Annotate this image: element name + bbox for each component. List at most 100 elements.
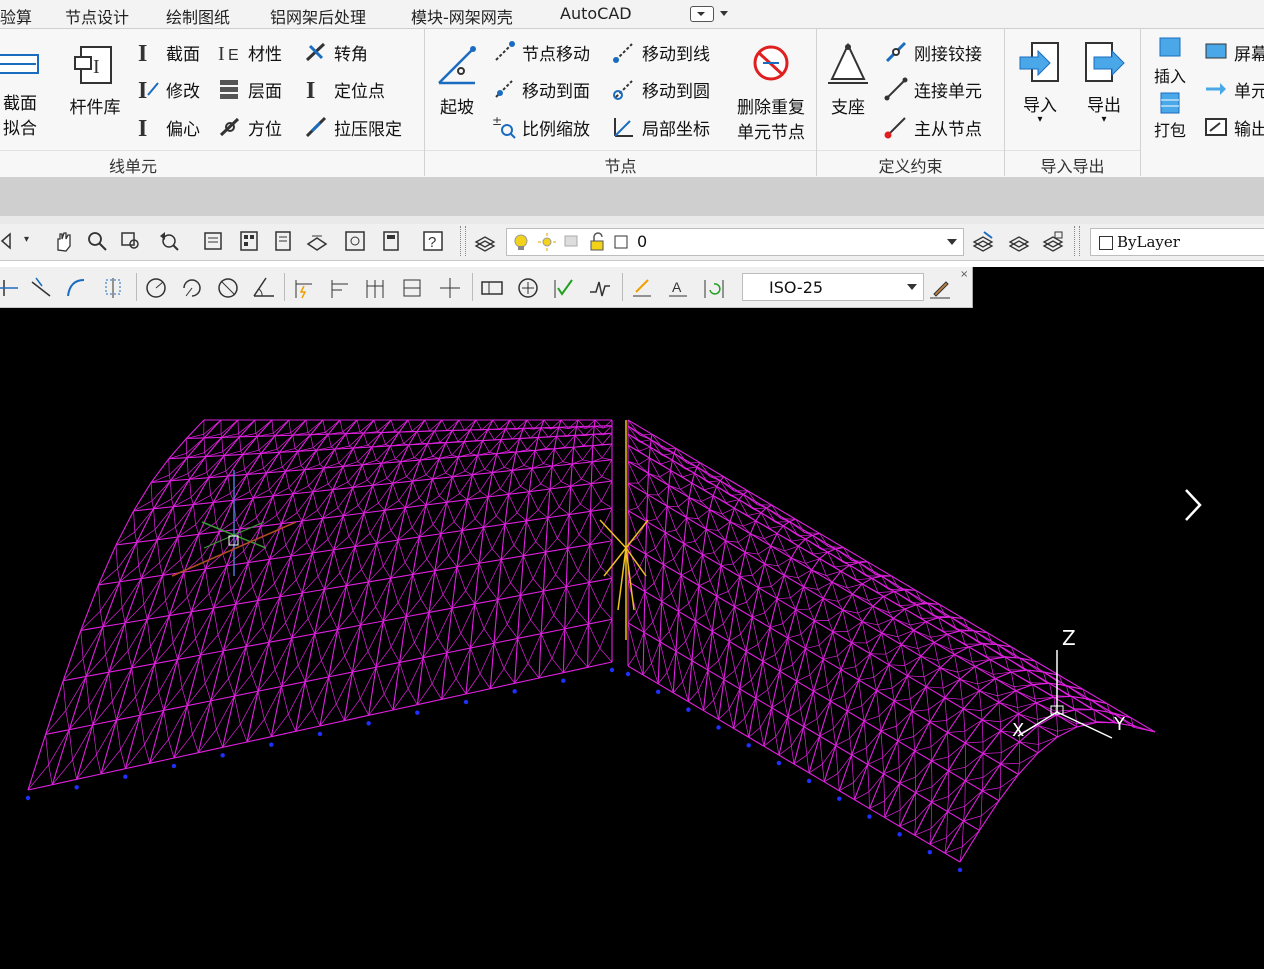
output-button[interactable]: 输出 — [1204, 112, 1264, 142]
menu-item-aluminum-post[interactable]: 铝网架后处理 — [270, 4, 366, 28]
orientation-button[interactable]: 方位 — [218, 112, 282, 142]
quick-dim-icon[interactable] — [292, 276, 316, 300]
dim-style-combo[interactable]: ISO-25 — [742, 273, 924, 301]
pan-hand-icon[interactable] — [52, 230, 74, 252]
material-button[interactable]: IE 材性 — [218, 37, 282, 67]
frame-arch-member — [548, 489, 550, 518]
layer-face-button[interactable]: 层面 — [218, 74, 282, 104]
jogged-dim-icon[interactable] — [180, 276, 204, 300]
frame-arch-member — [353, 465, 363, 488]
layer-combo[interactable]: 0 — [506, 228, 964, 256]
inspect-icon[interactable] — [552, 276, 576, 300]
tolerance-icon[interactable] — [480, 276, 504, 300]
screen-button[interactable]: 屏幕 — [1204, 37, 1264, 67]
frame-web-member — [658, 495, 667, 506]
dim-space-icon[interactable] — [400, 276, 424, 300]
chevron-down-icon[interactable] — [720, 11, 728, 16]
zoom-realtime-icon[interactable] — [86, 230, 108, 252]
dim-text-edit-icon[interactable]: A — [666, 276, 690, 300]
local-coord-button[interactable]: 局部坐标 — [612, 112, 710, 142]
menu-item-check[interactable]: 验算 — [0, 4, 32, 28]
connect-element-button[interactable]: 连接单元 — [884, 74, 982, 104]
insert-button[interactable]: 插入 — [1148, 35, 1192, 87]
import-dropdown-icon[interactable]: ▾ — [1012, 116, 1068, 124]
chevron-right-icon[interactable] — [1182, 488, 1206, 522]
chevron-down-icon[interactable] — [947, 239, 957, 245]
unit-button[interactable]: 单元 — [1204, 74, 1264, 104]
tension-limit-button[interactable]: 拉压限定 — [304, 112, 402, 142]
master-slave-button[interactable]: 主从节点 — [884, 112, 982, 142]
toolbar-grip[interactable] — [460, 226, 466, 256]
move-to-line-button[interactable]: 移动到线 — [612, 37, 710, 67]
dim-update-icon[interactable] — [702, 276, 726, 300]
arc-length-icon[interactable] — [64, 276, 88, 300]
chevron-down-icon[interactable] — [907, 284, 917, 290]
menu-item-grid-module[interactable]: 模块-网架网壳 — [411, 4, 513, 28]
angular-dim-icon[interactable] — [252, 276, 276, 300]
delete-duplicate-button[interactable]: 删除重复 单元节点 — [732, 41, 810, 143]
linear-dim-icon[interactable] — [0, 276, 24, 300]
rigid-hinge-button[interactable]: 刚接铰接 — [884, 37, 982, 67]
dim-break-icon[interactable] — [438, 276, 462, 300]
member-library-button[interactable]: I 杆件库 — [64, 41, 126, 118]
linetype-combo[interactable]: ByLayer — [1090, 228, 1264, 256]
frame-web-member — [362, 569, 369, 581]
slope-button[interactable]: 起坡 — [432, 41, 482, 118]
move-to-face-button[interactable]: 移动到面 — [492, 74, 590, 104]
locate-point-button[interactable]: I 定位点 — [304, 74, 385, 104]
properties-icon[interactable] — [202, 230, 224, 252]
zoom-window-icon[interactable] — [120, 230, 142, 252]
modify-button[interactable]: I 修改 — [136, 74, 200, 104]
layer-previous-icon[interactable] — [1008, 230, 1030, 252]
dim-edit-icon[interactable] — [630, 276, 654, 300]
menu-item-autocad[interactable]: AutoCAD — [560, 4, 632, 23]
section-button[interactable]: I 截面 — [136, 37, 200, 67]
arrow-icon[interactable] — [0, 230, 22, 252]
jogged-linear-icon[interactable] — [588, 276, 612, 300]
frame-long-member — [791, 558, 811, 570]
drawing-viewport[interactable]: Z X Y — [0, 308, 1264, 965]
node-move-button[interactable]: 节点移动 — [492, 37, 590, 67]
layer-manager-icon[interactable] — [474, 230, 496, 252]
export-dropdown-icon[interactable]: ▾ — [1076, 116, 1132, 124]
sheet-set-icon[interactable] — [306, 230, 328, 252]
rotate-button[interactable]: 转角 — [304, 37, 368, 67]
menu-item-drawing[interactable]: 绘制图纸 — [166, 4, 230, 28]
help-icon[interactable]: ? — [422, 230, 444, 252]
move-to-circle-button[interactable]: 移动到圆 — [612, 74, 710, 104]
section-fit-button[interactable]: 截面 拟合 — [0, 41, 40, 139]
export-button[interactable]: 导出 ▾ — [1076, 39, 1132, 124]
frame-web-member — [277, 494, 293, 515]
frame-web-member — [313, 492, 317, 511]
markup-icon[interactable] — [344, 230, 366, 252]
ribbon-toggle-icon[interactable] — [690, 6, 714, 22]
eccentric-button[interactable]: I 偏心 — [136, 112, 200, 142]
master-slave-label: 主从节点 — [914, 115, 982, 140]
toolbar-grip[interactable] — [1074, 226, 1080, 256]
pack-button[interactable]: 打包 — [1148, 91, 1192, 141]
design-center-icon[interactable] — [238, 230, 260, 252]
frame-web-member — [703, 553, 715, 555]
make-current-layer-icon[interactable] — [972, 230, 994, 252]
close-icon[interactable]: × — [960, 269, 968, 280]
tool-palette-icon[interactable] — [272, 230, 294, 252]
layer-states-icon[interactable] — [1042, 230, 1064, 252]
aligned-dim-icon[interactable] — [30, 276, 54, 300]
frame-web-member — [739, 500, 753, 509]
calculator-icon[interactable] — [380, 230, 402, 252]
scale-button[interactable]: ± 比例缩放 — [492, 112, 590, 142]
dim-style-manager-icon[interactable] — [928, 276, 952, 300]
zoom-previous-icon[interactable] — [158, 230, 180, 252]
frame-long-member — [908, 676, 927, 687]
ordinate-dim-icon[interactable] — [102, 276, 126, 300]
menu-item-node-design[interactable]: 节点设计 — [65, 4, 129, 28]
center-mark-icon[interactable] — [516, 276, 540, 300]
baseline-dim-icon[interactable] — [328, 276, 352, 300]
frame-web-member — [231, 590, 236, 604]
import-button[interactable]: 导入 ▾ — [1012, 39, 1068, 124]
chevron-down-icon[interactable]: ▾ — [24, 234, 29, 245]
continue-dim-icon[interactable] — [364, 276, 388, 300]
support-button[interactable]: 支座 — [826, 41, 870, 118]
radius-dim-icon[interactable] — [144, 276, 168, 300]
diameter-dim-icon[interactable] — [216, 276, 240, 300]
